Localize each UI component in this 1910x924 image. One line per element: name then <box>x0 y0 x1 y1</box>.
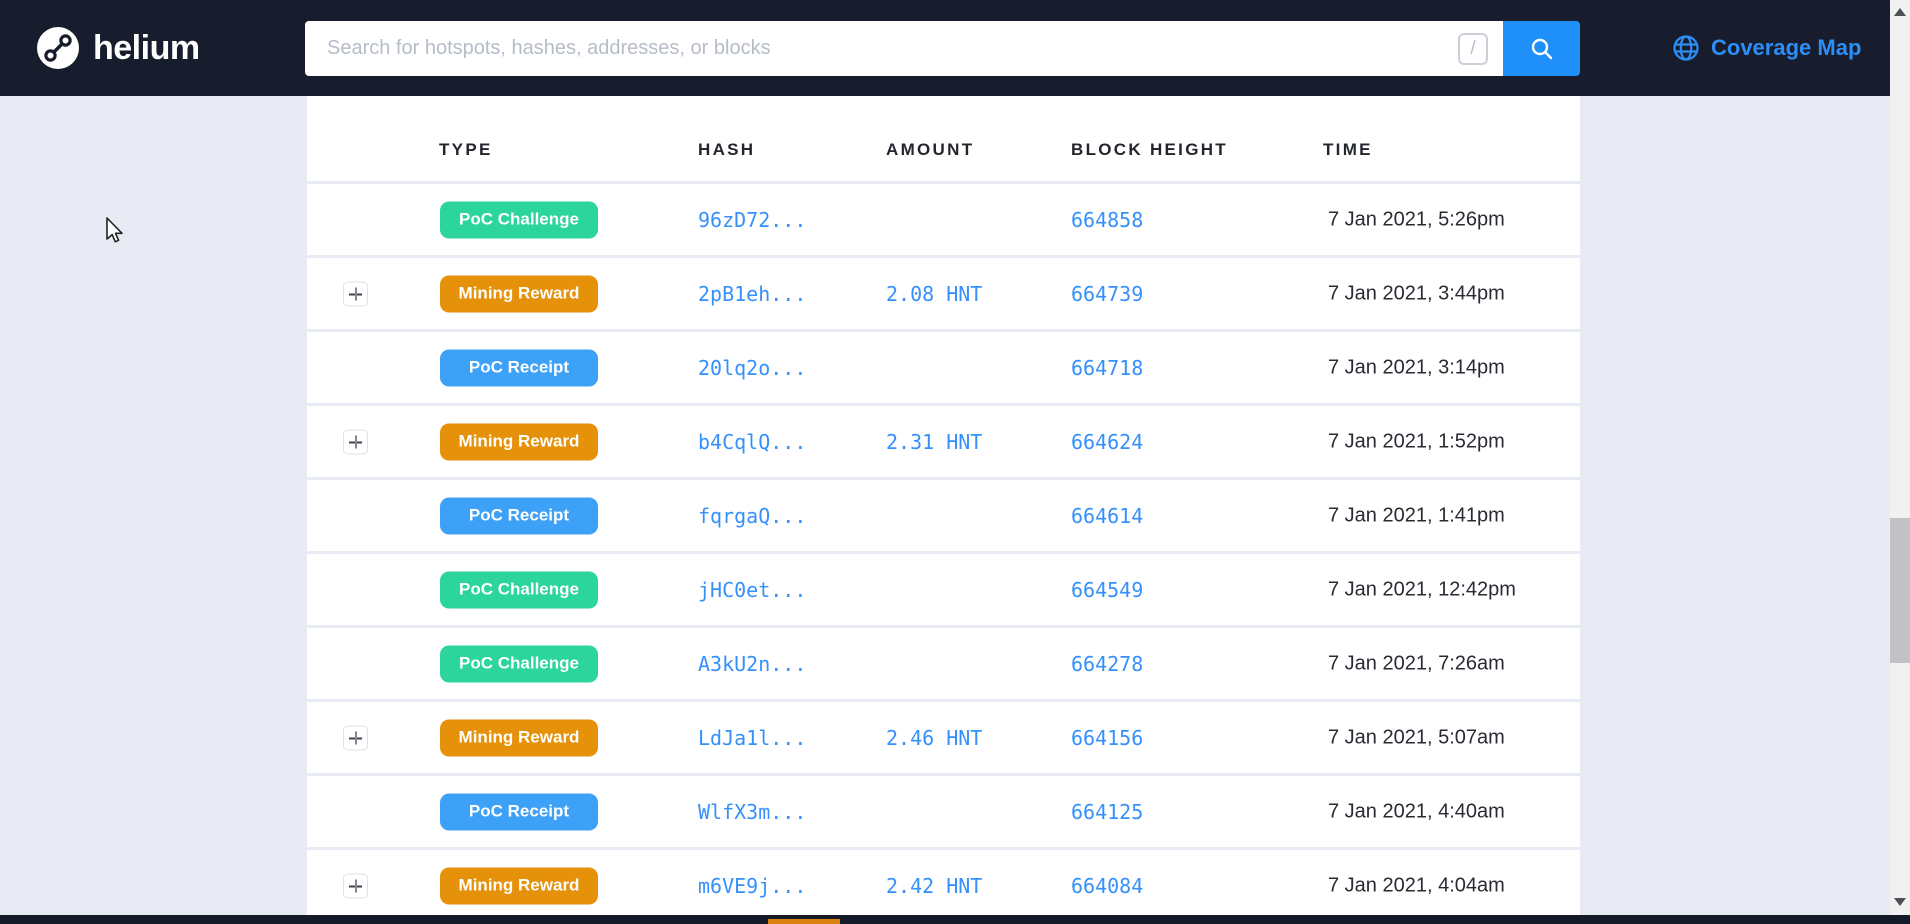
type-badge: Mining Reward <box>440 423 598 460</box>
expand-button[interactable] <box>343 873 368 898</box>
table-row: Mining Reward m6VE9j... 2.42 HNT 664084 … <box>307 847 1580 921</box>
block-height-link[interactable]: 664278 <box>1071 652 1143 676</box>
table-row: PoC Challenge A3kU2n... 664278 7 Jan 202… <box>307 625 1580 699</box>
block-height-link[interactable]: 664718 <box>1071 356 1143 380</box>
search-input[interactable] <box>305 21 1503 76</box>
type-badge: Mining Reward <box>440 867 598 904</box>
time-value: 7 Jan 2021, 1:52pm <box>1328 430 1505 452</box>
table-row: PoC Receipt WlfX3m... 664125 7 Jan 2021,… <box>307 773 1580 847</box>
table-row: Mining Reward 2pB1eh... 2.08 HNT 664739 … <box>307 255 1580 329</box>
table-row: PoC Receipt 20lq2o... 664718 7 Jan 2021,… <box>307 329 1580 403</box>
type-badge: PoC Challenge <box>440 571 598 608</box>
block-height-link[interactable]: 664125 <box>1071 800 1143 824</box>
time-value: 7 Jan 2021, 3:14pm <box>1328 356 1505 378</box>
hash-link[interactable]: A3kU2n... <box>698 652 806 676</box>
hash-link[interactable]: jHC0et... <box>698 578 806 602</box>
coverage-map-link[interactable]: Coverage Map <box>1672 0 1861 96</box>
brand-name: helium <box>93 28 200 67</box>
time-value: 7 Jan 2021, 12:42pm <box>1328 578 1516 600</box>
amount-value: 2.46 HNT <box>886 725 983 750</box>
mouse-cursor-icon <box>106 217 123 243</box>
type-badge: Mining Reward <box>440 719 598 756</box>
amount-value: 2.42 HNT <box>886 873 983 898</box>
table-row: Mining Reward LdJa1l... 2.46 HNT 664156 … <box>307 699 1580 773</box>
hash-link[interactable]: fqrgaQ... <box>698 504 806 528</box>
time-value: 7 Jan 2021, 4:04am <box>1328 874 1505 896</box>
block-height-link[interactable]: 664739 <box>1071 282 1143 306</box>
footer-bar <box>0 915 1910 924</box>
helium-logo-icon <box>37 27 79 69</box>
expand-button[interactable] <box>343 429 368 454</box>
type-badge: Mining Reward <box>440 275 598 312</box>
search-button[interactable] <box>1503 21 1580 76</box>
time-value: 7 Jan 2021, 5:26pm <box>1328 208 1505 230</box>
block-height-link[interactable]: 664624 <box>1071 430 1143 454</box>
time-value: 7 Jan 2021, 1:41pm <box>1328 504 1505 526</box>
block-height-link[interactable]: 664156 <box>1071 726 1143 750</box>
table-row: PoC Receipt fqrgaQ... 664614 7 Jan 2021,… <box>307 477 1580 551</box>
scroll-up-icon[interactable] <box>1894 8 1906 16</box>
hash-link[interactable]: 2pB1eh... <box>698 282 806 306</box>
header-time: TIME <box>1323 139 1373 159</box>
coverage-map-label: Coverage Map <box>1711 35 1862 60</box>
hash-link[interactable]: LdJa1l... <box>698 726 806 750</box>
helium-logo[interactable]: helium <box>37 27 200 69</box>
vertical-scrollbar[interactable] <box>1890 0 1910 924</box>
header-type: TYPE <box>439 139 493 159</box>
type-badge: PoC Receipt <box>440 349 598 386</box>
navbar: helium / Coverage Map <box>0 0 1890 96</box>
hash-link[interactable]: WlfX3m... <box>698 800 806 824</box>
table-body: PoC Challenge 96zD72... 664858 7 Jan 202… <box>307 181 1580 921</box>
table-header: TYPE HASH AMOUNT BLOCK HEIGHT TIME <box>307 96 1580 181</box>
table-row: PoC Challenge 96zD72... 664858 7 Jan 202… <box>307 181 1580 255</box>
time-value: 7 Jan 2021, 3:44pm <box>1328 282 1505 304</box>
amount-value: 2.08 HNT <box>886 281 983 306</box>
block-height-link[interactable]: 664549 <box>1071 578 1143 602</box>
header-block-height: BLOCK HEIGHT <box>1071 139 1228 159</box>
scroll-down-icon[interactable] <box>1894 898 1906 906</box>
type-badge: PoC Challenge <box>440 201 598 238</box>
block-height-link[interactable]: 664614 <box>1071 504 1143 528</box>
search-bar: / <box>305 21 1580 76</box>
transactions-card: TYPE HASH AMOUNT BLOCK HEIGHT TIME PoC C… <box>307 96 1580 924</box>
block-height-link[interactable]: 664858 <box>1071 208 1143 232</box>
time-value: 7 Jan 2021, 7:26am <box>1328 652 1505 674</box>
type-badge: PoC Receipt <box>440 497 598 534</box>
type-badge: PoC Receipt <box>440 793 598 830</box>
hash-link[interactable]: 96zD72... <box>698 208 806 232</box>
expand-button[interactable] <box>343 725 368 750</box>
hash-link[interactable]: m6VE9j... <box>698 874 806 898</box>
hash-link[interactable]: 20lq2o... <box>698 356 806 380</box>
table-row: Mining Reward b4CqlQ... 2.31 HNT 664624 … <box>307 403 1580 477</box>
scrollbar-thumb[interactable] <box>1890 518 1910 663</box>
search-icon <box>1531 38 1552 59</box>
globe-icon <box>1673 35 1699 61</box>
block-height-link[interactable]: 664084 <box>1071 874 1143 898</box>
footer-accent <box>768 919 840 924</box>
amount-value: 2.31 HNT <box>886 429 983 454</box>
table-row: PoC Challenge jHC0et... 664549 7 Jan 202… <box>307 551 1580 625</box>
header-amount: AMOUNT <box>886 139 975 159</box>
hash-link[interactable]: b4CqlQ... <box>698 430 806 454</box>
time-value: 7 Jan 2021, 5:07am <box>1328 726 1505 748</box>
expand-button[interactable] <box>343 281 368 306</box>
keyboard-shortcut-hint: / <box>1458 33 1488 65</box>
time-value: 7 Jan 2021, 4:40am <box>1328 800 1505 822</box>
header-hash: HASH <box>698 139 756 159</box>
type-badge: PoC Challenge <box>440 645 598 682</box>
